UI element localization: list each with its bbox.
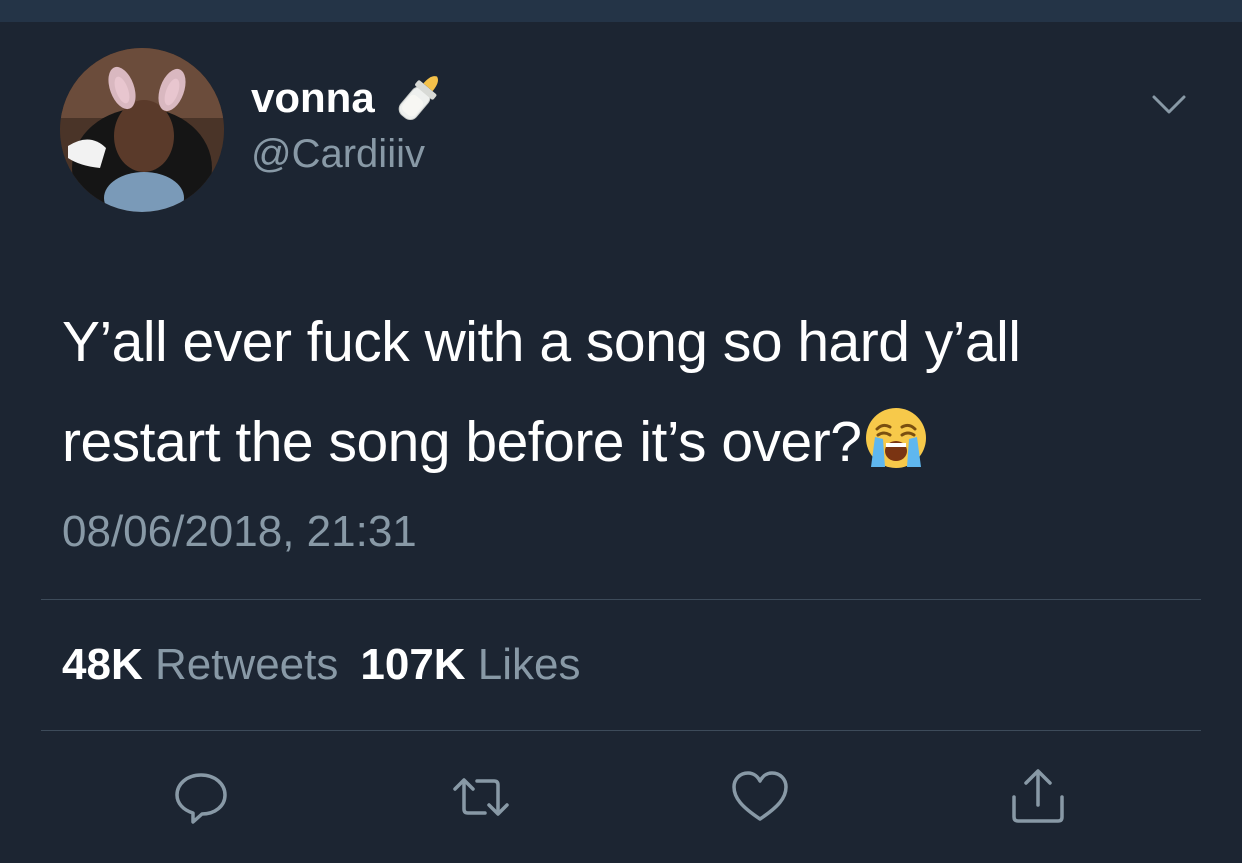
chevron-down-icon[interactable] [1148,84,1190,126]
divider [41,599,1201,600]
tweet-timestamp[interactable]: 08/06/2018, 21:31 [62,507,417,557]
retweets-label: Retweets [154,640,339,689]
share-button[interactable] [1008,767,1068,827]
share-icon [1012,769,1064,823]
top-bar [0,0,1242,22]
tweet-text-line-with-emoji: restart the song before it’s over? [62,392,1192,492]
reply-icon [175,773,227,824]
display-name[interactable]: vonna [251,74,375,122]
tweet-text-line: restart the song before it’s over? [62,410,862,474]
reply-button[interactable] [171,767,231,827]
likes-count: 107K [360,640,466,689]
display-name-row[interactable]: vonna [251,68,449,128]
baby-bottle-emoji [398,76,438,121]
divider [41,730,1201,731]
retweet-button[interactable] [451,767,511,827]
avatar-photo [60,48,224,212]
tweet-stats: 48K Retweets 107K Likes [62,640,581,690]
like-icon [732,771,788,821]
tweet-detail: vonna @Cardiiiv Y’all ever fuck with a s… [0,22,1242,863]
tweet-text-line: Y’all ever fuck with a song so hard y’al… [62,310,1021,374]
like-button[interactable] [730,767,790,827]
user-handle[interactable]: @Cardiiiv [251,132,425,177]
retweets-count: 48K [62,640,143,689]
likes-stat[interactable]: 107K Likes [360,640,580,689]
likes-label: Likes [477,640,581,689]
avatar[interactable] [60,48,224,212]
tweet-text: Y’all ever fuck with a song so hard y’al… [62,292,1192,492]
loudly-crying-face-emoji [866,408,927,468]
retweets-stat[interactable]: 48K Retweets [62,640,338,689]
retweet-icon [453,778,509,816]
